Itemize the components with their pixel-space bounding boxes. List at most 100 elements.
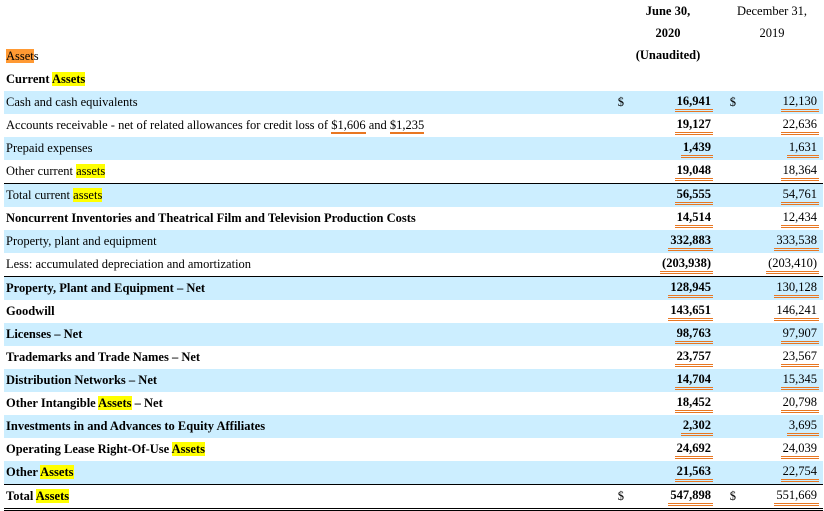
value-2019-text: (203,410) <box>766 255 820 274</box>
value-2020-text: 14,514 <box>674 209 713 228</box>
value-2019-text: 20,798 <box>780 394 820 413</box>
value-2020: 19,127 <box>626 114 716 137</box>
row-label-text: Other Intangible <box>6 396 99 410</box>
row-label-highlight: Assets <box>40 465 74 479</box>
table-row-subtotal: Total current assets 56,555 54,761 <box>4 183 824 207</box>
table-row-subtotal: Property, Plant and Equipment – Net 128,… <box>4 276 824 300</box>
value-2020-text: 547,898 <box>668 487 713 506</box>
credit-loss-2019: $1,235 <box>389 118 425 134</box>
currency-symbol: $ <box>574 484 626 511</box>
current-assets-heading-highlight: Assets <box>51 72 86 86</box>
value-2019: 23,567 <box>738 346 823 369</box>
value-2019-text: 54,761 <box>780 186 820 205</box>
row-label: Trademarks and Trade Names – Net <box>6 350 201 364</box>
row-label: Total Assets <box>4 484 574 511</box>
value-2020: 1,439 <box>626 137 716 160</box>
value-2019: 22,636 <box>738 114 823 137</box>
section-heading: Assets <box>4 45 823 68</box>
value-2020-text: 18,452 <box>674 394 713 413</box>
table-row: Goodwill 143,651 146,241 <box>4 300 823 323</box>
row-label: Goodwill <box>6 304 55 318</box>
row-label: Property, Plant and Equipment – Net <box>4 276 574 300</box>
value-2020: 143,651 <box>626 300 716 323</box>
value-2019: 146,241 <box>738 300 823 323</box>
value-2019: 15,345 <box>738 369 824 392</box>
value-2019: 20,798 <box>738 392 823 415</box>
value-2020: 128,945 <box>626 276 716 300</box>
value-2019: (203,410) <box>738 253 823 277</box>
table-row: Trademarks and Trade Names – Net 23,757 … <box>4 346 823 369</box>
row-label: Other Assets <box>4 461 574 485</box>
row-label: Cash and cash equivalents <box>4 91 574 114</box>
value-2020: 23,757 <box>626 346 716 369</box>
table-row: Distribution Networks – Net 14,704 15,34… <box>4 369 824 392</box>
section-heading-highlight: Asset <box>6 49 34 63</box>
value-2019-text: 24,039 <box>780 440 820 459</box>
value-2020-text: 14,704 <box>674 371 713 390</box>
currency-symbol: $ <box>574 91 626 114</box>
value-2020-text: (203,938) <box>660 255 713 274</box>
row-label-text: Other <box>6 465 41 479</box>
credit-loss-2020: $1,606 <box>331 118 366 134</box>
value-2020: 98,763 <box>626 323 716 346</box>
table-row: Investments in and Advances to Equity Af… <box>4 415 824 438</box>
current-assets-heading-text: Current <box>6 72 52 86</box>
value-2020-text: 98,763 <box>674 325 713 344</box>
row-label: Licenses – Net <box>4 323 574 346</box>
value-2019-text: 130,128 <box>774 279 820 298</box>
row-label-text: Total current <box>6 188 74 202</box>
value-2019: 1,631 <box>738 137 824 160</box>
value-2020-text: 2,302 <box>680 417 713 436</box>
value-2019-text: 551,669 <box>774 487 820 506</box>
row-label: Prepaid expenses <box>4 137 574 160</box>
value-2019: 97,907 <box>738 323 824 346</box>
row-label: Property, plant and equipment <box>4 230 574 253</box>
value-2020-text: 23,757 <box>674 348 713 367</box>
value-2019-text: 3,695 <box>786 417 820 436</box>
table-row: Prepaid expenses 1,439 1,631 <box>4 137 824 160</box>
currency-symbol: $ <box>716 484 738 511</box>
value-2020: 21,563 <box>626 461 716 485</box>
value-2019: 12,130 <box>738 91 824 114</box>
value-2019-text: 12,130 <box>780 93 820 112</box>
row-label: Operating Lease Right-Of-Use Assets <box>4 438 574 461</box>
value-2019-text: 23,567 <box>780 348 820 367</box>
value-2019: 22,754 <box>738 461 824 485</box>
value-2020: 332,883 <box>626 230 716 253</box>
table-row: Licenses – Net 98,763 97,907 <box>4 323 824 346</box>
column-header-dec-line1: December 31, <box>736 4 808 18</box>
value-2020-text: 128,945 <box>668 279 713 298</box>
value-2020: 18,452 <box>626 392 716 415</box>
value-2019: 130,128 <box>738 276 824 300</box>
value-2019: 3,695 <box>738 415 824 438</box>
value-2020: 547,898 <box>626 484 716 511</box>
row-label-highlight: Assets <box>98 396 132 410</box>
value-2020-text: 332,883 <box>668 232 713 251</box>
table-row: Property, plant and equipment 332,883 33… <box>4 230 824 253</box>
value-2020-text: 19,127 <box>674 116 713 135</box>
value-2019-text: 22,754 <box>780 463 820 482</box>
table-row: Other Assets 21,563 22,754 <box>4 461 824 485</box>
value-2020-text: 56,555 <box>674 186 713 205</box>
value-2020-text: 19,048 <box>674 162 713 181</box>
value-2019-text: 1,631 <box>786 139 820 158</box>
value-2020: (203,938) <box>626 253 716 277</box>
value-2019: 54,761 <box>738 183 824 207</box>
value-2020-text: 24,692 <box>674 440 713 459</box>
value-2019: 12,434 <box>738 207 823 230</box>
section-heading-suffix: s <box>33 49 39 63</box>
table-row: Operating Lease Right-Of-Use Assets 24,6… <box>4 438 823 461</box>
value-2020-text: 143,651 <box>668 302 713 321</box>
table-row: Accounts receivable - net of related all… <box>4 114 823 137</box>
current-assets-heading-row: Current Assets <box>4 68 823 91</box>
value-2020: 19,048 <box>626 160 716 184</box>
section-heading-row: Assets <box>4 45 823 68</box>
column-header-june-line2: 2020 <box>655 26 681 40</box>
table-row: Noncurrent Inventories and Theatrical Fi… <box>4 207 823 230</box>
row-label-highlight: Assets <box>35 489 70 503</box>
row-label-text: Accounts receivable - net of related all… <box>6 118 332 132</box>
row-label: Noncurrent Inventories and Theatrical Fi… <box>6 211 416 225</box>
table-row: Cash and cash equivalents $ 16,941 $ 12,… <box>4 91 824 114</box>
value-2020: 14,704 <box>626 369 716 392</box>
column-header-dec-2019: December 31, 2019 <box>722 0 822 44</box>
